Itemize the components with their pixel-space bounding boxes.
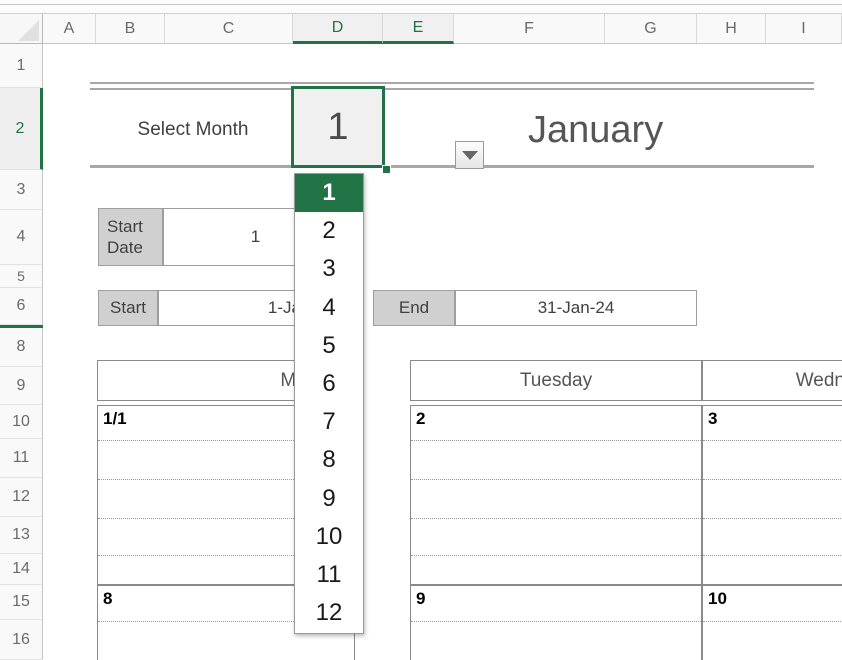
- row-header-14[interactable]: 14: [0, 554, 43, 585]
- select-all-corner[interactable]: [0, 14, 43, 44]
- banner-top-rule-2: [90, 88, 814, 90]
- dropdown-option-5[interactable]: 5: [295, 326, 363, 365]
- row-header-9[interactable]: 9: [0, 367, 43, 405]
- hidden-row-indicator[interactable]: [0, 325, 43, 328]
- calendar-cell-wednesday-week2[interactable]: 10: [702, 585, 842, 660]
- dropdown-option-7[interactable]: 7: [295, 403, 363, 442]
- row-header-4[interactable]: 4: [0, 210, 43, 265]
- month-name-display: January: [528, 108, 664, 151]
- calendar-cell-tuesday-week1[interactable]: 2: [410, 405, 702, 585]
- column-header-d[interactable]: D: [293, 14, 383, 44]
- calendar-daynum: 1/1: [103, 409, 127, 428]
- dropdown-option-9[interactable]: 9: [295, 479, 363, 518]
- column-header-b[interactable]: B: [96, 14, 165, 44]
- dropdown-option-2[interactable]: 2: [295, 212, 363, 251]
- row-header-13[interactable]: 13: [0, 517, 43, 554]
- calendar-daynum: 10: [708, 589, 727, 608]
- dropdown-option-4[interactable]: 4: [295, 288, 363, 327]
- calendar-daynum: 9: [416, 589, 426, 608]
- start-date-label: Start Date: [98, 208, 163, 266]
- row-header-12[interactable]: 12: [0, 478, 43, 517]
- calendar-dotline: [703, 440, 842, 441]
- column-header-a[interactable]: A: [43, 14, 96, 44]
- banner-bottom-rule: [90, 165, 814, 168]
- row-header-16[interactable]: 16: [0, 620, 43, 660]
- calendar-dotline: [411, 479, 701, 480]
- column-header-c[interactable]: C: [165, 14, 293, 44]
- row-header-2[interactable]: 2: [0, 88, 43, 170]
- calendar-dotline: [703, 555, 842, 556]
- column-header-f[interactable]: F: [454, 14, 605, 44]
- row-header-10[interactable]: 10: [0, 405, 43, 439]
- row-header-3[interactable]: 3: [0, 170, 43, 210]
- calendar-daynum: 3: [708, 409, 718, 428]
- column-header-i[interactable]: I: [766, 14, 842, 44]
- end-value-cell[interactable]: 31-Jan-24: [455, 290, 697, 326]
- month-dropdown-button[interactable]: [455, 141, 484, 169]
- calendar-daynum: 8: [103, 589, 113, 608]
- row-header-11[interactable]: 11: [0, 439, 43, 478]
- dropdown-option-1[interactable]: 1: [295, 174, 363, 213]
- calendar-header-tuesday: Tuesday: [410, 360, 702, 401]
- column-header-g[interactable]: G: [605, 14, 697, 44]
- calendar-cell-wednesday-week1[interactable]: 3: [702, 405, 842, 585]
- start-date-label-line2: Date: [107, 238, 143, 257]
- column-header-e[interactable]: E: [383, 14, 454, 44]
- spreadsheet-window: ABCDEFGHI 1 2 3 4 5 6 8 9 10 11 12 13 14 15 16 Select …: [0, 0, 842, 660]
- calendar-dotline: [703, 518, 842, 519]
- calendar-dotline: [411, 555, 701, 556]
- dropdown-option-3[interactable]: 3: [295, 250, 363, 289]
- column-header-h[interactable]: H: [697, 14, 766, 44]
- calendar-dotline: [703, 479, 842, 480]
- dropdown-option-10[interactable]: 10: [295, 517, 363, 556]
- calendar-dotline: [411, 621, 701, 622]
- row-header-6[interactable]: 6: [0, 288, 43, 325]
- month-dropdown-list[interactable]: 1 2 3 4 5 6 7 8 9 10 11 12: [294, 173, 364, 634]
- grid-surface[interactable]: Select Month January 1 Start Date 1 Star…: [43, 44, 842, 660]
- select-all-triangle-icon: [18, 20, 39, 41]
- calendar-cell-tuesday-week2[interactable]: 9: [410, 585, 702, 660]
- banner-top-rule: [90, 82, 814, 84]
- start-label: Start: [98, 290, 158, 326]
- dropdown-option-12[interactable]: 12: [295, 594, 363, 633]
- calendar-daynum: 2: [416, 409, 426, 428]
- month-number-cell[interactable]: 1: [291, 86, 385, 168]
- row-header-1[interactable]: 1: [0, 44, 43, 88]
- dropdown-option-6[interactable]: 6: [295, 364, 363, 404]
- calendar-header-wednesday: Wedn: [702, 360, 842, 401]
- end-label: End: [373, 290, 455, 326]
- calendar-dotline: [411, 518, 701, 519]
- chevron-down-icon: [461, 150, 478, 160]
- select-month-label: Select Month: [137, 119, 249, 140]
- dropdown-option-8[interactable]: 8: [295, 441, 363, 480]
- top-scroll-strip[interactable]: [0, 0, 842, 14]
- fill-handle[interactable]: [382, 165, 391, 174]
- row-header-15[interactable]: 15: [0, 585, 43, 620]
- dropdown-option-11[interactable]: 11: [295, 555, 363, 595]
- row-header-8[interactable]: 8: [0, 328, 43, 367]
- start-date-label-line1: Start: [107, 216, 143, 236]
- calendar-dotline: [703, 621, 842, 622]
- row-header-5[interactable]: 5: [0, 265, 43, 288]
- calendar-dotline: [411, 440, 701, 441]
